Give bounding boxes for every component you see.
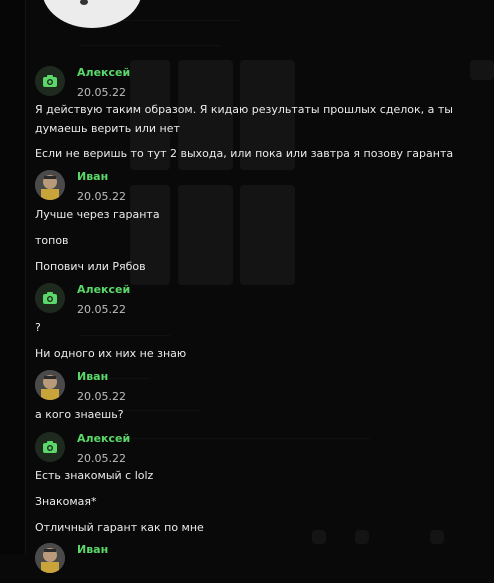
author-name[interactable]: Иван [77, 170, 108, 183]
chat-thread: Алексей 20.05.22 Я действую таким образо… [25, 0, 494, 573]
message-date: 20.05.22 [77, 303, 126, 316]
camera-icon [43, 75, 57, 87]
message-text: Есть знакомый с lolz [35, 469, 154, 482]
avatar[interactable] [35, 543, 65, 573]
author-name[interactable]: Алексей [77, 432, 130, 445]
message-header: Иван 20.05.22 [35, 370, 475, 410]
author-name[interactable]: Иван [77, 370, 108, 383]
message-text: Попович или Рябов [35, 260, 146, 273]
avatar[interactable] [35, 66, 65, 96]
message-text: Отличный гарант как по мне [35, 521, 204, 534]
author-name[interactable]: Алексей [77, 66, 130, 79]
message-date: 20.05.22 [77, 86, 126, 99]
message-header: Алексей 20.05.22 [35, 66, 475, 106]
avatar[interactable] [35, 170, 65, 200]
left-rail [0, 0, 26, 554]
avatar[interactable] [35, 283, 65, 313]
avatar[interactable] [35, 432, 65, 462]
cat-sticker [43, 0, 141, 28]
message-date: 20.05.22 [77, 452, 126, 465]
message-date: 20.05.22 [77, 190, 126, 203]
camera-icon [43, 441, 57, 453]
avatar[interactable] [35, 370, 65, 400]
message-date: 20.05.22 [77, 390, 126, 403]
camera-icon [43, 292, 57, 304]
user-photo [35, 543, 65, 573]
message-header: Иван 20.05.22 [35, 170, 475, 210]
message-text: Ни одного их них не знаю [35, 347, 187, 360]
message-text: Знакомая* [35, 495, 97, 508]
message-header: Алексей 20.05.22 [35, 283, 475, 323]
author-name[interactable]: Иван [77, 543, 108, 556]
message-header: Иван [35, 543, 475, 583]
message-text: Лучше через гаранта [35, 208, 160, 221]
message-text: думаешь верить или нет [35, 122, 180, 135]
user-photo [35, 370, 65, 400]
message-text: а кого знаешь? [35, 408, 124, 421]
message-text: топов [35, 234, 69, 247]
message-header: Алексей 20.05.22 [35, 432, 475, 472]
user-photo [35, 170, 65, 200]
author-name[interactable]: Алексей [77, 283, 130, 296]
message-text: ? [35, 321, 41, 334]
message-text: Я действую таким образом. Я кидаю резуль… [35, 103, 453, 116]
message-text: Если не веришь то тут 2 выхода, или пока… [35, 147, 454, 160]
